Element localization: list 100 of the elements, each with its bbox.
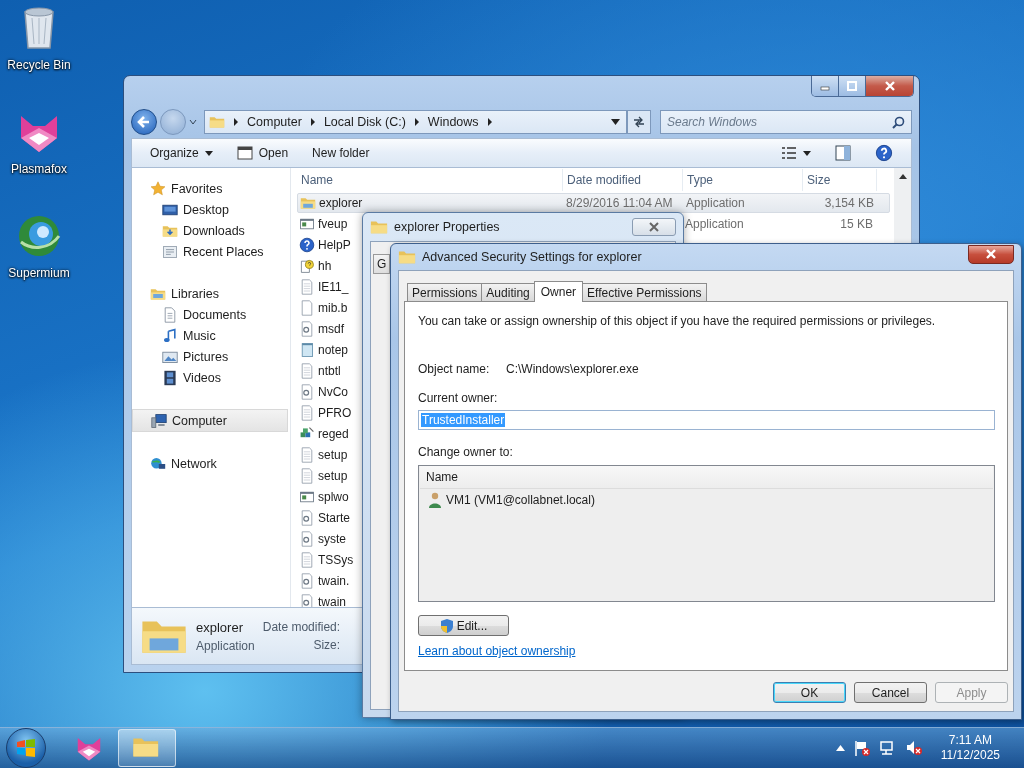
close-button[interactable]	[632, 218, 676, 236]
tab[interactable]: G	[373, 254, 391, 274]
tab[interactable]: Effective Permissions	[582, 283, 707, 301]
file-name[interactable]: syste	[318, 532, 346, 546]
file-name[interactable]: TSSys	[318, 553, 354, 567]
tab[interactable]: Auditing	[481, 283, 535, 301]
window-icon	[299, 216, 315, 232]
start-button[interactable]	[6, 728, 46, 768]
nav-item[interactable]: Pictures	[132, 346, 290, 367]
column-header[interactable]: Name	[297, 169, 563, 191]
nav-item[interactable]: Music	[132, 325, 290, 346]
text-file-icon	[299, 552, 315, 568]
toolbar-button[interactable]: Organize	[140, 141, 223, 165]
dialog-button[interactable]: Cancel	[854, 682, 927, 703]
close-button[interactable]	[866, 76, 913, 96]
minimize-button[interactable]	[812, 76, 839, 96]
blank-file-icon	[299, 300, 315, 316]
file-name[interactable]: explorer	[319, 196, 363, 210]
column-header[interactable]: Date modified	[563, 169, 683, 191]
instruction-text: You can take or assign ownership of this object if you have the required permissions or privileges.	[418, 314, 937, 328]
application-icon	[300, 195, 316, 211]
desktop-icon-label[interactable]: Recycle Bin	[7, 58, 71, 72]
close-icon	[649, 222, 659, 232]
back-button[interactable]	[131, 109, 157, 135]
file-name: explorer	[196, 619, 244, 635]
desktop-icon-label[interactable]: Plasmafox	[11, 162, 67, 176]
clock-time[interactable]: 7:11 AM	[948, 733, 992, 748]
window-icon	[236, 145, 253, 161]
file-name[interactable]: msdf	[318, 322, 344, 336]
tab[interactable]: Permissions	[407, 283, 483, 301]
file-name[interactable]: setup	[318, 448, 348, 462]
column-header[interactable]: Name	[420, 466, 993, 489]
file-name[interactable]: setup	[318, 469, 348, 483]
user-icon	[428, 491, 442, 508]
file-name[interactable]: notep	[318, 343, 349, 357]
taskbar-button[interactable]	[118, 729, 176, 767]
toolbar-button[interactable]: Open	[226, 141, 299, 165]
file-type: Application	[685, 217, 744, 231]
file-name[interactable]: ntbtl	[318, 364, 341, 378]
close-icon	[986, 249, 996, 259]
settings-file-icon	[299, 321, 315, 337]
file-name[interactable]: NvCo	[318, 385, 348, 399]
breadcrumb-item[interactable]: Local Disk (C:)	[323, 115, 406, 129]
breadcrumb-item[interactable]: Computer	[247, 115, 302, 129]
help-icon	[299, 237, 315, 253]
chevron-icon	[233, 118, 239, 126]
search-field[interactable]: Search Windows	[660, 110, 912, 134]
close-icon	[884, 81, 895, 91]
address-bar[interactable]: Computer Local Disk (C:) Windows	[204, 110, 627, 134]
scroll-up-icon	[898, 174, 907, 179]
chevron-icon	[413, 118, 420, 126]
column-header[interactable]: Type	[683, 169, 803, 191]
computer-icon	[151, 412, 167, 429]
file-name[interactable]: HelpP	[318, 238, 351, 252]
shield-icon	[439, 617, 454, 634]
column-header[interactable]: Size	[803, 169, 877, 191]
file-name[interactable]: splwo	[318, 490, 349, 504]
file-type: Application	[686, 196, 745, 210]
file-name[interactable]: Starte	[318, 511, 350, 525]
file-name[interactable]: IE11_	[318, 280, 349, 294]
notepad-icon	[299, 342, 315, 358]
dialog-button[interactable]: OK	[773, 682, 846, 703]
nav-item[interactable]: Computer	[132, 409, 288, 432]
chevron-icon	[486, 118, 493, 126]
text-file-icon	[299, 279, 315, 295]
file-name[interactable]: PFRO	[318, 406, 352, 420]
nav-item[interactable]: Downloads	[132, 220, 290, 241]
file-name[interactable]: mib.b	[318, 301, 348, 315]
file-name[interactable]: reged	[318, 427, 349, 441]
desktop-icon-label[interactable]: Supermium	[8, 266, 70, 280]
settings-file-icon	[299, 510, 315, 526]
clock-date[interactable]: 11/12/2025	[940, 748, 1000, 763]
preview-pane-icon	[835, 145, 851, 161]
edit-button[interactable]: Edit...	[418, 615, 509, 636]
nav-item[interactable]: Videos	[132, 367, 290, 388]
file-name[interactable]: fveup	[318, 217, 348, 231]
nav-item[interactable]: Documents	[132, 304, 290, 325]
caret-icon	[803, 150, 811, 156]
toolbar-button[interactable]: New folder	[302, 141, 380, 165]
nav-item[interactable]: Favorites	[132, 178, 290, 199]
file-size: 15 KB	[840, 217, 873, 231]
tab[interactable]: Owner	[533, 281, 584, 302]
caret-icon	[204, 150, 213, 156]
maximize-button[interactable]	[839, 76, 866, 96]
list-view-icon	[781, 146, 797, 160]
nav-item[interactable]: Recent Places	[132, 241, 290, 262]
refresh-button[interactable]	[627, 110, 651, 134]
flag-icon	[852, 739, 871, 757]
nav-item[interactable]: Libraries	[132, 283, 290, 304]
close-button[interactable]	[968, 244, 1014, 264]
dialog-title: explorer Properties	[394, 220, 500, 234]
nav-item[interactable]: Network	[132, 453, 290, 474]
list-item[interactable]: VM1 (VM1@collabnet.local)	[420, 489, 993, 510]
help-link[interactable]: Learn about object ownership	[418, 644, 576, 658]
document-icon	[162, 306, 178, 323]
file-name[interactable]: twain.	[318, 574, 350, 588]
nav-item[interactable]: Desktop	[132, 199, 290, 220]
breadcrumb-item[interactable]: Windows	[427, 115, 479, 129]
file-name[interactable]: hh	[318, 259, 332, 273]
selected-row[interactable]: explorer 8/29/2016 11:04 AM Application 3,154 KB	[297, 193, 890, 213]
